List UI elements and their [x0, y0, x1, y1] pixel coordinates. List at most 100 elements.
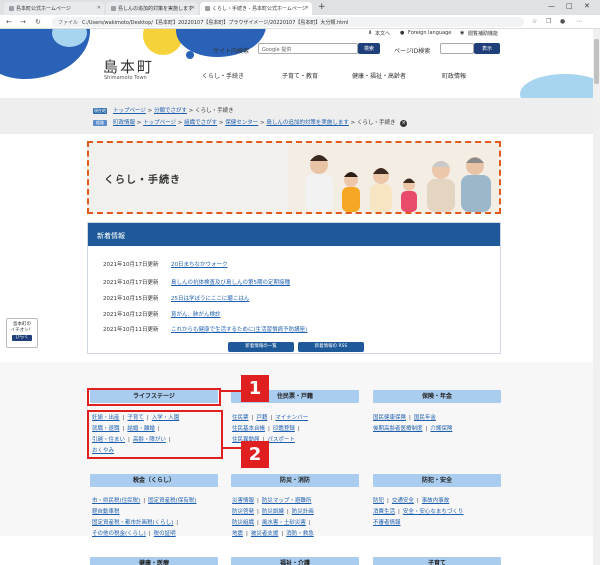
link-daicho[interactable]: 住民基本台帳 [232, 426, 265, 432]
reload-button[interactable]: ↻ [35, 18, 41, 26]
link-shien[interactable]: 被災者支援 [251, 531, 279, 537]
link-anzen[interactable]: 安全・安心なまちづくり [403, 509, 464, 515]
link-juminzei[interactable]: 市・県民税(住民税) [92, 498, 140, 504]
search-button[interactable]: 検索 [358, 43, 380, 54]
link-shohi[interactable]: 消費生活 [373, 509, 395, 515]
link-soshiki[interactable]: 防災組織 [232, 520, 254, 526]
page-scrollbar[interactable] [593, 29, 600, 565]
site-logo-sub: Shimamoto Town [104, 75, 147, 81]
link-bohan[interactable]: 防犯 [373, 498, 384, 504]
link-kotsu[interactable]: 交通安全 [392, 498, 414, 504]
link-sonota[interactable]: その他の税金(くらし) [92, 531, 146, 537]
side-recommend-badge[interactable]: 島本町の イチオシ！ ひらく [6, 318, 38, 348]
page-id-input[interactable] [440, 43, 474, 54]
link-kokuho[interactable]: 国民健康保険 [373, 415, 406, 421]
badge-line-2: イチオシ！ [10, 328, 34, 333]
crumb-sep: > [350, 120, 356, 126]
browser-tab-2[interactable]: 島しんの追加的対策を実施します ✕ [106, 2, 198, 15]
gnav-chosei[interactable]: 町政情報 [442, 71, 466, 80]
annotation-connector-1 [221, 390, 241, 392]
crumb-soshiki[interactable]: 組織でさがす [184, 120, 217, 126]
news-list-button[interactable]: 新着情報の一覧 [228, 342, 294, 352]
news-link[interactable]: 25日は学ぼうにここに聴こはん [171, 294, 249, 302]
link-keihatsu[interactable]: 防災啓発 [232, 509, 254, 515]
badge-open-button[interactable]: ひらく [12, 335, 32, 341]
close-tab-icon[interactable]: ✕ [97, 5, 101, 11]
link-keikaku[interactable]: 防災計画 [292, 509, 314, 515]
crumb-top-2[interactable]: トップページ [143, 120, 176, 126]
link-mynumber[interactable]: マイナンバー [275, 415, 308, 421]
gnav-kurashi[interactable]: くらし・手続き [202, 71, 244, 80]
link-jishin[interactable]: 地震 [232, 531, 243, 537]
new-tab-button[interactable]: + [318, 2, 326, 12]
news-link[interactable]: 島しんの抗体検査及び島しんの第5期の定期接種 [171, 278, 290, 286]
link-fushinsha[interactable]: 不審者情報 [373, 520, 401, 526]
person-2 [342, 172, 360, 212]
category-hoken[interactable]: 保険・年金 [373, 390, 501, 403]
url-input[interactable]: ファイル C:/Users/wakimoto/Desktop/【島本町】20220… [52, 17, 524, 27]
link-nenkin[interactable]: 国民年金 [414, 415, 436, 421]
link-hoyuzei[interactable]: 固定資産税(保有税) [148, 498, 196, 504]
browser-tab-3[interactable]: くらし・手続き - 島本町公式ホームページ ✕ [200, 2, 312, 15]
annotation-box-2 [87, 410, 223, 459]
link-kaigo[interactable]: 介護保険 [430, 426, 452, 432]
category-bohan[interactable]: 防犯・安全 [373, 474, 501, 487]
back-button[interactable]: ← [6, 18, 12, 26]
crumb-category[interactable]: 分類でさがす [154, 108, 187, 114]
link-koseki[interactable]: 戸籍 [256, 415, 267, 421]
minimize-button[interactable]: — [548, 2, 555, 10]
link-shomei[interactable]: 税の証明 [154, 531, 176, 537]
category-bosai[interactable]: 防災・消防 [231, 474, 359, 487]
category-zeikin[interactable]: 税金（くらし） [90, 474, 218, 487]
link-keijidosha[interactable]: 軽自動車税 [92, 509, 120, 515]
menu-icon[interactable]: ⋯ [576, 18, 582, 25]
news-rss-button[interactable]: 新着情報の RSS [298, 342, 364, 352]
maximize-button[interactable]: □ [566, 2, 573, 10]
link-fusuigai[interactable]: 風水害・土砂災害 [262, 520, 306, 526]
crumb-top[interactable]: トップページ [113, 108, 146, 114]
close-window-button[interactable]: ✕ [584, 2, 590, 10]
link-koki[interactable]: 後期高齢者医療制度 [373, 426, 423, 432]
text-size-link[interactable]: 本文へ [375, 30, 390, 37]
category-kosodate[interactable]: 子育て [373, 557, 501, 565]
page-id-label: ページID検索 [394, 48, 431, 55]
link-koteishisan[interactable]: 固定資産税・都市計画税(くらし) [92, 520, 173, 526]
scrollbar-thumb[interactable] [594, 39, 599, 84]
accessibility-link[interactable]: 閲覧補助機能 [468, 30, 498, 37]
site-logo-name[interactable]: 島本町 [103, 56, 154, 77]
news-link[interactable]: 育がん、肺がん検診 [171, 310, 221, 318]
link-juminhyo[interactable]: 住民票 [232, 415, 249, 421]
link-jiko[interactable]: 事故内事故 [422, 498, 450, 504]
news-link[interactable]: これからも健康で生活するために(生活習慣病予防講座) [171, 325, 307, 333]
link-passport[interactable]: パスポート [267, 437, 295, 443]
annotation-label-1: 1 [241, 375, 269, 402]
category-fukushi[interactable]: 福祉・介護 [231, 557, 359, 565]
hero-banner: くらし・手続き [87, 141, 501, 214]
crumb-hoken[interactable]: 保健センター [225, 120, 258, 126]
news-link[interactable]: 20日まちなかウォーク [171, 260, 228, 268]
gnav-kenko[interactable]: 健康・福祉・高齢者 [352, 71, 406, 80]
page-id-button[interactable]: 表示 [474, 43, 500, 54]
close-tab-icon[interactable]: ✕ [191, 5, 195, 11]
forward-button[interactable]: → [20, 18, 26, 26]
browser-tab-1[interactable]: 島本町公式ホームページ ✕ [4, 2, 104, 15]
foreign-language-link[interactable]: Foreign language [408, 30, 451, 36]
star-icon[interactable]: ☆ [532, 18, 537, 25]
site-search-input[interactable]: Google 提供 [258, 43, 358, 54]
link-saigai[interactable]: 災害情報 [232, 498, 254, 504]
link-bosaimap[interactable]: 防災マップ・避難所 [262, 498, 312, 504]
collections-icon[interactable]: ❐ [546, 18, 551, 25]
link-kunren[interactable]: 防災訓練 [262, 509, 284, 515]
close-route-icon[interactable]: × [400, 120, 408, 127]
profile-icon[interactable]: ● [560, 18, 565, 25]
crumb-chosei[interactable]: 町政情報 [113, 120, 135, 126]
close-tab-icon[interactable]: ✕ [305, 5, 309, 11]
link-shobo[interactable]: 消防・救急 [286, 531, 314, 537]
gnav-kosodate[interactable]: 子育て・教育 [282, 71, 318, 80]
tab-label: 島本町公式ホームページ [16, 6, 71, 12]
category-kenko[interactable]: 健康・医療 [90, 557, 218, 565]
crumb-current: くらし・手続き [195, 108, 234, 114]
file-label: ファイル [58, 20, 79, 26]
crumb-page[interactable]: 島しんの追加的対策を実施します [266, 120, 349, 126]
link-inkan[interactable]: 印鑑登録 [273, 426, 295, 432]
